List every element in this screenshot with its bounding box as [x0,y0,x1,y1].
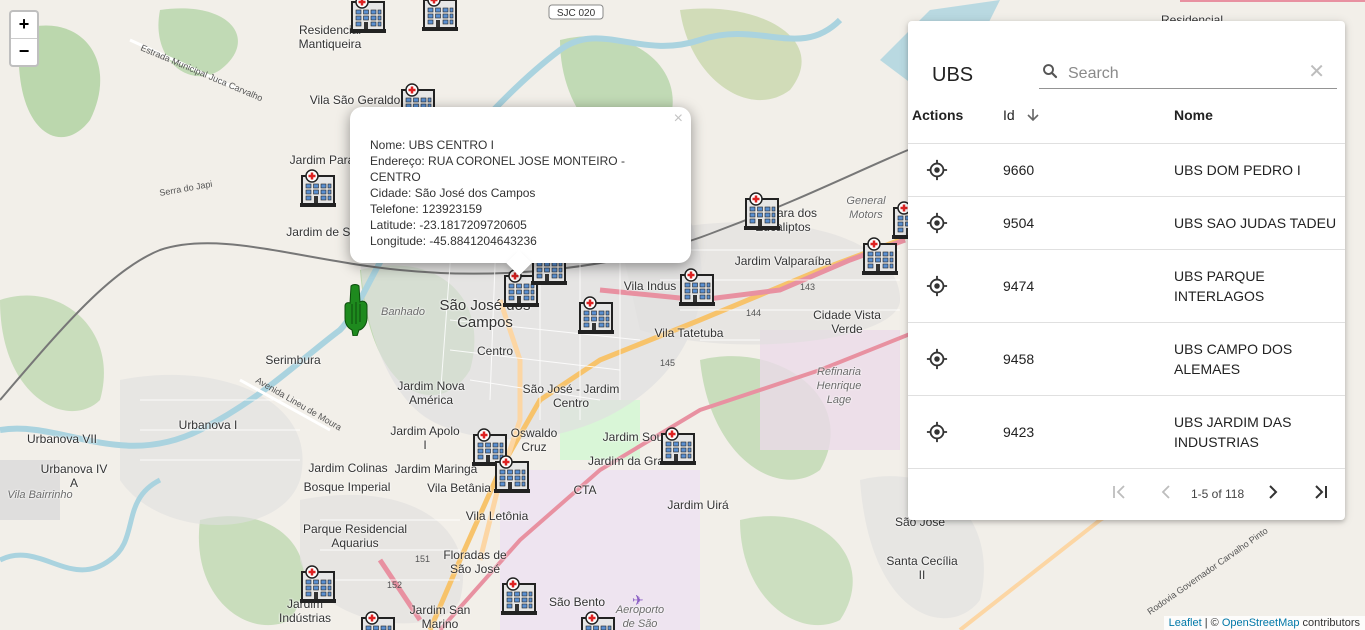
hospital-icon [361,611,395,630]
first-page-icon[interactable] [1107,480,1131,504]
locate-icon[interactable] [926,275,948,297]
last-page-icon[interactable] [1309,480,1333,504]
search-icon [1043,64,1058,79]
road-shield-sjc020: SJC 020 [557,8,596,19]
popup-telefone: Telefone: 123923159 [370,202,483,216]
locate-icon[interactable] [926,159,948,181]
map-popup: × Nome: UBS CENTRO I Endereço: RUA CORON… [350,107,691,276]
ubs-marker[interactable] [420,0,460,32]
sort-arrow-down-icon[interactable] [1026,108,1040,122]
table-row: 9504 UBS SAO JUDAS TADEU [908,196,1345,250]
hospital-icon [422,0,458,31]
locate-icon[interactable] [926,212,948,234]
ubs-marker[interactable] [677,267,717,307]
row-nome: UBS CAMPO DOS ALEMAES [1174,340,1293,377]
ubs-marker[interactable] [348,0,388,34]
selected-location-marker[interactable] [343,284,369,337]
hospital-icon [578,296,614,334]
table-row: 9660 UBS DOM PEDRO I [908,143,1345,197]
ubs-marker[interactable] [492,454,532,494]
ubs-marker[interactable] [860,236,900,276]
leaflet-link[interactable]: Leaflet [1169,617,1202,629]
table-row: 9423 UBS JARDIM DAS INDUSTRIAS [908,395,1345,469]
next-page-icon[interactable] [1261,480,1285,504]
hospital-icon [660,427,696,465]
popup-cidade: Cidade: São José dos Campos [370,186,536,200]
hospital-icon [581,611,615,630]
row-nome: UBS SAO JUDAS TADEU [1174,214,1337,231]
road-number-144: 144 [746,308,761,318]
pagination-info: 1-5 of 118 [1191,487,1245,501]
previous-page-icon[interactable] [1154,480,1178,504]
search-input[interactable] [1066,62,1306,86]
ubs-marker[interactable] [298,564,338,604]
row-id: 9660 [1003,161,1035,178]
panel-title: UBS [932,64,974,86]
row-nome: UBS JARDIM DAS INDUSTRIAS [1174,413,1292,450]
column-id[interactable]: Id [1003,107,1015,123]
ubs-marker[interactable] [578,610,618,630]
table-row: 9458 UBS CAMPO DOS ALEMAES [908,322,1345,396]
zoom-control: + − [9,10,39,67]
map-attribution: Leaflet | © OpenStreetMap contributors [1163,616,1365,630]
ubs-marker[interactable] [658,426,698,466]
row-id: 9423 [1003,423,1035,440]
row-nome: UBS DOM PEDRO I [1174,161,1301,178]
attribution-separator: | © [1201,617,1222,629]
popup-close-button[interactable]: × [674,110,683,128]
hospital-icon [501,577,537,615]
hospital-icon [350,0,386,33]
row-id: 9474 [1003,277,1035,294]
hospital-icon [679,268,715,306]
ubs-marker[interactable] [358,610,398,630]
zoom-in-button[interactable]: + [11,12,37,38]
row-id: 9458 [1003,350,1035,367]
column-id-label: Id [1003,107,1015,123]
popup-content: Nome: UBS CENTRO I Endereço: RUA CORONEL… [370,137,670,249]
ubs-marker[interactable] [576,295,616,335]
row-nome: UBS PARQUE INTERLAGOS [1174,267,1265,304]
table-row: 9474 UBS PARQUE INTERLAGOS [908,249,1345,323]
ubs-table-panel: UBS ✕ Actions Id Nome 9660 UBS DOM PEDRO… [908,21,1345,520]
zoom-out-button[interactable]: − [11,38,37,65]
hospital-icon [862,237,898,275]
hospital-icon [744,192,780,230]
airport-icon: ✈ [632,593,644,609]
search-field: ✕ [1039,40,1337,89]
ubs-marker[interactable] [298,168,338,208]
ubs-marker[interactable] [499,576,539,616]
popup-longitude: Longitude: -45.8841204643236 [370,234,537,248]
column-nome[interactable]: Nome [1174,107,1213,123]
locate-icon[interactable] [926,421,948,443]
ubs-marker[interactable] [742,191,782,231]
pagination: 1-5 of 118 [908,477,1345,511]
table-header: Actions Id Nome [908,88,1345,144]
hospital-icon [300,565,336,603]
attribution-contributors: contributors [1299,617,1360,629]
road-number-143: 143 [800,282,815,292]
popup-endereco: Endereço: RUA CORONEL JOSE MONTEIRO - CE… [370,154,625,184]
osm-link[interactable]: OpenStreetMap [1222,617,1300,629]
column-actions: Actions [912,107,964,123]
hospital-icon [300,169,336,207]
road-number-145: 145 [660,358,675,368]
road-number-151: 151 [415,554,430,564]
row-id: 9504 [1003,214,1035,231]
road-number-152: 152 [387,580,402,590]
clear-search-button[interactable]: ✕ [1308,62,1325,82]
popup-latitude: Latitude: -23.1817209720605 [370,218,527,232]
locate-icon[interactable] [926,348,948,370]
popup-nome: Nome: UBS CENTRO I [370,138,495,152]
hand-pointer-icon [344,284,368,337]
hospital-icon [494,455,530,493]
